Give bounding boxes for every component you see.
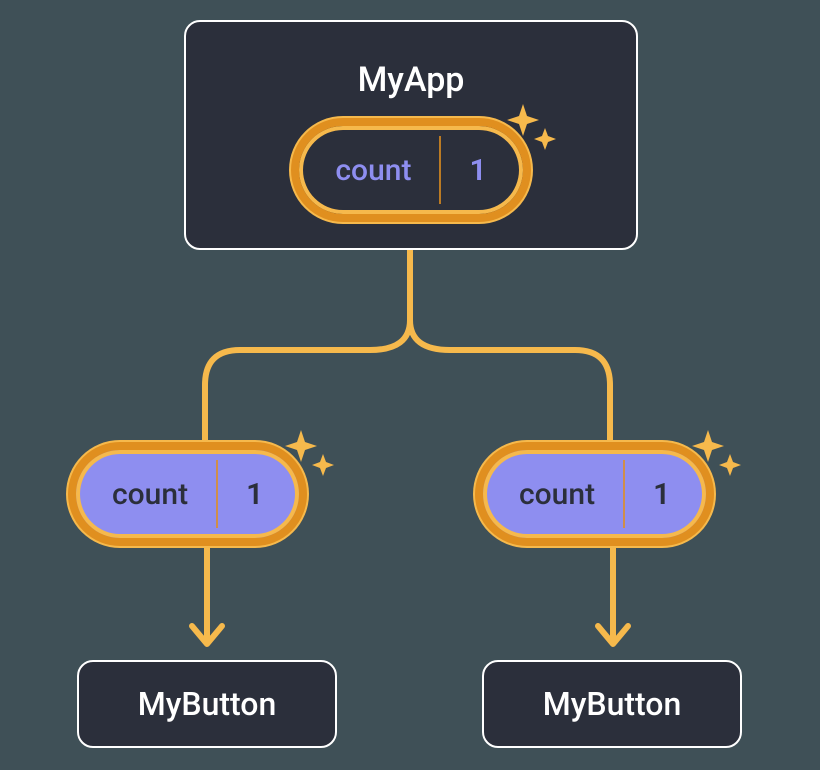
pill-divider [216, 460, 218, 528]
prop-label-left: count [76, 450, 216, 538]
arrow-down-icon [588, 546, 638, 660]
prop-value-right: 1 [625, 450, 706, 538]
prop-pill-right: count 1 [475, 442, 714, 546]
prop-pill-left: count 1 [68, 442, 307, 546]
child-title-left: MyButton [138, 685, 277, 723]
branch-connector [150, 250, 670, 450]
child-title-right: MyButton [543, 685, 682, 723]
pill-divider [439, 136, 441, 204]
pill-divider [623, 460, 625, 528]
parent-state-value: 1 [441, 126, 522, 214]
parent-component-box: MyApp count 1 [184, 20, 638, 250]
arrow-down-icon [182, 546, 232, 660]
parent-state-label: count [299, 126, 439, 214]
prop-label-right: count [483, 450, 623, 538]
parent-state-pill: count 1 [291, 118, 530, 222]
parent-title: MyApp [358, 60, 465, 100]
prop-value-left: 1 [218, 450, 299, 538]
child-component-box-left: MyButton [77, 660, 337, 748]
child-component-box-right: MyButton [482, 660, 742, 748]
